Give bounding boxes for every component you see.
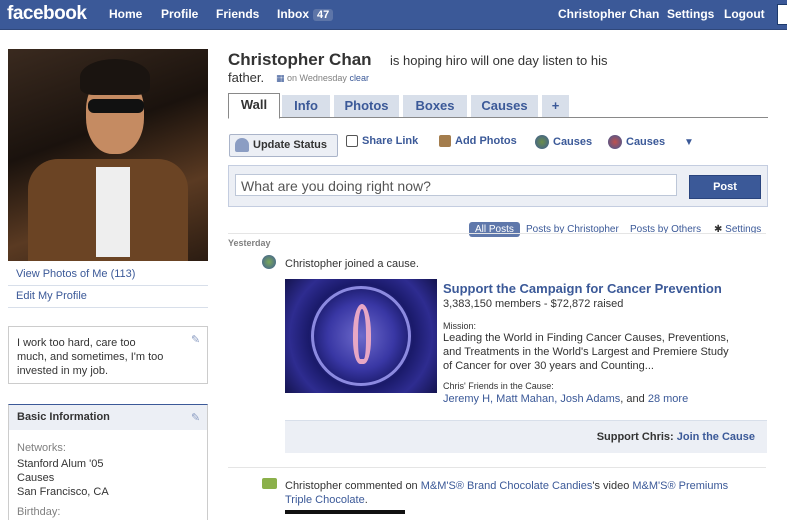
tab-wall[interactable]: Wall xyxy=(228,93,280,119)
edit-pencil-icon[interactable]: ✎ xyxy=(191,333,201,346)
profile-photo[interactable] xyxy=(8,49,208,261)
feed-divider xyxy=(228,467,766,468)
filter-all-posts[interactable]: All Posts xyxy=(469,222,520,237)
support-text: Support Chris: Join the Cause xyxy=(597,431,755,443)
photo-hair xyxy=(80,59,150,95)
inbox-count-badge: 47 xyxy=(313,9,334,21)
post-button[interactable]: Post xyxy=(689,175,761,199)
causes-button-2[interactable]: Causes xyxy=(608,135,665,149)
profile-tabs: Wall Info Photos Boxes Causes + xyxy=(228,93,768,119)
tab-boxes[interactable]: Boxes xyxy=(403,95,467,117)
photo-shirt xyxy=(96,167,130,257)
network-item: Stanford Alum '05 xyxy=(17,458,104,470)
story2-end: . xyxy=(364,494,368,506)
causes-label: Causes xyxy=(553,135,593,148)
nav-user-name[interactable]: Christopher Chan xyxy=(558,7,659,21)
mission-line: and Treatments in the World's Largest an… xyxy=(443,346,729,358)
person-icon xyxy=(235,138,249,153)
add-photos-label: Add Photos xyxy=(455,135,517,147)
support-bar: Support Chris: Join the Cause xyxy=(285,420,767,453)
networks-label: Networks: xyxy=(17,442,66,454)
status-composer: What are you doing right now? Post xyxy=(228,165,768,207)
sidebar-divider xyxy=(8,307,208,308)
day-label: Yesterday xyxy=(228,238,271,248)
causes-label-2: Causes xyxy=(626,135,666,148)
mission-label: Mission: xyxy=(443,321,477,331)
friends-links[interactable]: Jeremy H, Matt Mahan, Josh Adams xyxy=(443,393,620,405)
share-link-button[interactable]: Share Link xyxy=(346,135,419,148)
network-item: San Francisco, CA xyxy=(17,486,109,498)
join-cause-link[interactable]: Join the Cause xyxy=(677,431,755,443)
sms-icon: ▦ xyxy=(276,73,285,83)
cause-stats: 3,383,150 members - $72,872 raised xyxy=(443,298,624,310)
photo-icon xyxy=(439,135,451,148)
friends-more-link[interactable]: 28 more xyxy=(648,393,688,405)
cause-title-link[interactable]: Support the Campaign for Cancer Preventi… xyxy=(443,281,722,296)
network-item: Causes xyxy=(17,472,55,484)
friends-label: Chris' Friends in the Cause: xyxy=(443,381,554,391)
tab-info[interactable]: Info xyxy=(282,95,330,117)
status-meta: ▦ on Wednesday clear xyxy=(276,73,369,84)
causes-globe-icon xyxy=(262,255,276,269)
feed-divider xyxy=(228,233,766,234)
birthday-label: Birthday: xyxy=(17,506,61,518)
comment-icon xyxy=(262,478,277,489)
causes-globe-icon xyxy=(535,135,549,149)
nav-friends[interactable]: Friends xyxy=(216,7,259,21)
tab-add[interactable]: + xyxy=(542,95,569,117)
link-icon xyxy=(346,135,358,148)
top-bar: facebook Home Profile Friends Inbox 47 Ch… xyxy=(0,0,787,30)
causes-heart-icon xyxy=(608,135,622,149)
update-status-button[interactable]: Update Status xyxy=(229,134,338,157)
basic-info-header: Basic Information ✎ xyxy=(8,404,208,430)
pink-ribbon-icon xyxy=(353,304,371,364)
mission-line: of Cancer for over 30 years and Counting… xyxy=(443,360,654,372)
story2-link-video[interactable]: M&M'S® Premiums xyxy=(632,480,728,492)
basic-info-title: Basic Information xyxy=(17,411,110,423)
photo-sunglasses xyxy=(88,99,144,113)
story-text-2: Christopher commented on M&M'S® Brand Ch… xyxy=(285,479,765,507)
edit-profile-link[interactable]: Edit My Profile xyxy=(16,290,87,302)
about-me-box: I work too hard, care too much, and some… xyxy=(8,326,208,384)
causes-button[interactable]: Causes xyxy=(535,135,592,149)
video-thumbnail[interactable] xyxy=(285,510,405,514)
story-text: Christopher joined a cause. xyxy=(285,258,419,270)
basic-info-body: Networks: Stanford Alum '05 Causes San F… xyxy=(8,430,208,520)
cause-image[interactable] xyxy=(285,279,437,393)
nav-home[interactable]: Home xyxy=(109,7,142,21)
add-photos-button[interactable]: Add Photos xyxy=(439,135,517,148)
friends-and: , and xyxy=(620,393,645,405)
status-clear-link[interactable]: clear xyxy=(349,73,369,83)
friends-in-cause: Jeremy H, Matt Mahan, Josh Adams, and 28… xyxy=(443,393,688,405)
story2-link-video-cont[interactable]: Triple Chocolate xyxy=(285,494,365,506)
story2-link-brand[interactable]: M&M'S® Brand Chocolate Candies xyxy=(421,480,593,492)
share-link-label: Share Link xyxy=(362,135,419,147)
status-text-cont: father. xyxy=(228,70,265,85)
nav-inbox[interactable]: Inbox 47 xyxy=(277,7,334,21)
mission-line: Leading the World in Finding Cancer Caus… xyxy=(443,332,729,344)
status-time: on Wednesday xyxy=(287,73,347,83)
sidebar-divider xyxy=(8,285,208,286)
story2-mid: 's video xyxy=(592,480,630,492)
nav-profile[interactable]: Profile xyxy=(161,7,198,21)
about-me-text: I work too hard, care too much, and some… xyxy=(17,337,164,377)
tab-photos[interactable]: Photos xyxy=(334,95,399,117)
story2-prefix: Christopher commented on xyxy=(285,480,418,492)
more-actions-chevron-down-icon[interactable]: ▼ xyxy=(684,137,694,148)
inbox-label: Inbox xyxy=(277,7,309,21)
tab-causes[interactable]: Causes xyxy=(471,95,538,117)
update-status-label: Update Status xyxy=(253,139,327,151)
view-photos-link[interactable]: View Photos of Me (113) xyxy=(16,268,135,280)
search-input[interactable] xyxy=(777,4,787,25)
nav-logout[interactable]: Logout xyxy=(724,7,765,21)
status-text: is hoping hiro will one day listen to hi… xyxy=(390,53,608,68)
status-input[interactable]: What are you doing right now? xyxy=(235,174,677,196)
nav-settings[interactable]: Settings xyxy=(667,7,714,21)
edit-pencil-icon[interactable]: ✎ xyxy=(191,411,201,424)
facebook-logo[interactable]: facebook xyxy=(7,3,87,25)
support-prefix: Support Chris: xyxy=(596,431,674,443)
profile-name: Christopher Chan xyxy=(228,50,372,69)
